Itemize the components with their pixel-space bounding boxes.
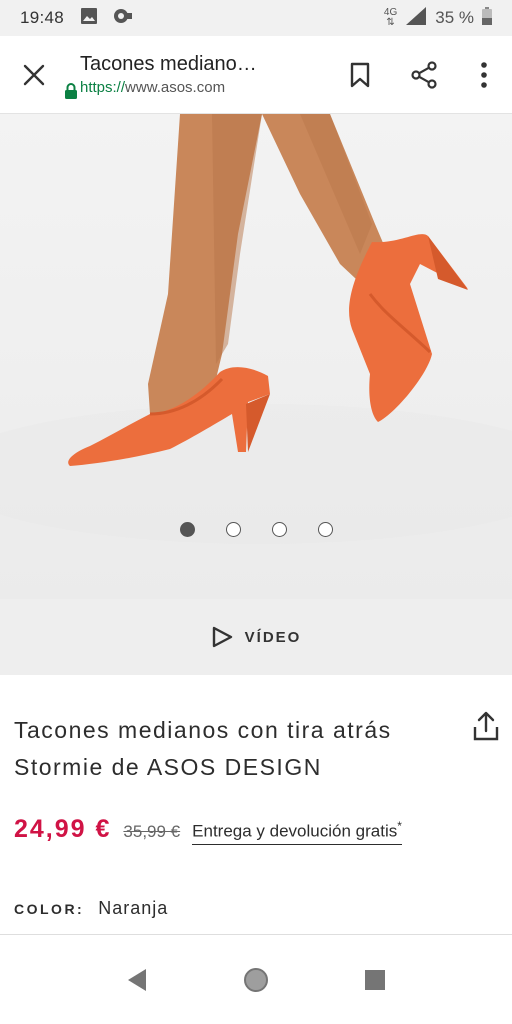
color-label: COLOR: (14, 901, 85, 917)
back-button[interactable] (107, 950, 167, 1010)
app-notification-icon (112, 7, 134, 30)
current-price: 24,99 € (14, 815, 112, 843)
close-tab-button[interactable] (0, 36, 68, 114)
page-url: https://www.asos.com (80, 79, 328, 96)
carousel-dot[interactable] (179, 522, 195, 537)
close-icon (23, 64, 45, 85)
overflow-menu-button[interactable] (456, 36, 512, 114)
url-scheme: https:// (80, 79, 126, 96)
lock-icon (64, 83, 78, 104)
product-title-line2: Stormie de ASOS DESIGN (14, 754, 322, 780)
bookmark-button[interactable] (328, 36, 392, 114)
url-host: www.asos.com (125, 79, 226, 96)
video-label: VÍDEO (244, 628, 302, 646)
price-row: 24,99 € 35,99 € Entrega y devolución gra… (14, 815, 402, 845)
free-delivery-link[interactable]: Entrega y devolución gratis* (192, 819, 402, 845)
page-title: Tacones mediano… (80, 53, 257, 75)
product-image-carousel[interactable] (0, 114, 512, 599)
battery-percent: 35 % (435, 8, 474, 27)
more-vert-icon (481, 61, 487, 88)
signal-icon (405, 6, 427, 31)
network-type-icon: 4G ⇅ (384, 8, 397, 28)
product-title-line1: Tacones medianos con tira atrás (14, 717, 392, 743)
image-notification-icon (80, 7, 98, 30)
browser-toolbar: Tacones mediano… https://www.asos.com (0, 36, 512, 114)
free-delivery-text: Entrega y devolución gratis (192, 822, 398, 841)
notification-icons (80, 7, 134, 30)
status-right: 4G ⇅ 35 % (384, 6, 492, 31)
recents-button[interactable] (345, 950, 405, 1010)
video-button[interactable]: VÍDEO (0, 599, 512, 675)
carousel-dot[interactable] (225, 522, 241, 537)
share-icon (411, 60, 437, 89)
home-circle-icon (243, 967, 268, 992)
product-title: Tacones medianos con tira atrás Stormie … (14, 712, 434, 786)
url-box[interactable]: Tacones mediano… https://www.asos.com (65, 53, 328, 99)
carousel-dots (0, 522, 512, 537)
recents-square-icon (364, 969, 385, 990)
bookmark-icon (350, 62, 370, 87)
color-row: COLOR: Naranja (14, 898, 168, 919)
share-page-button[interactable] (392, 36, 456, 114)
system-nav-bar (0, 935, 512, 1024)
upload-share-icon (473, 711, 499, 741)
carousel-dot[interactable] (317, 522, 333, 537)
battery-icon (482, 6, 492, 30)
play-icon (212, 626, 232, 648)
data-arrows-icon: ⇅ (386, 17, 395, 28)
original-price: 35,99 € (123, 822, 181, 841)
color-value: Naranja (98, 898, 169, 918)
free-delivery-asterisk: * (397, 819, 402, 834)
carousel-dot[interactable] (271, 522, 287, 537)
back-triangle-icon (128, 968, 147, 991)
home-button[interactable] (226, 950, 286, 1010)
share-product-button[interactable] (468, 708, 504, 744)
status-time: 19:48 (20, 8, 65, 27)
status-bar: 19:48 4G ⇅ 35 % (0, 0, 512, 36)
